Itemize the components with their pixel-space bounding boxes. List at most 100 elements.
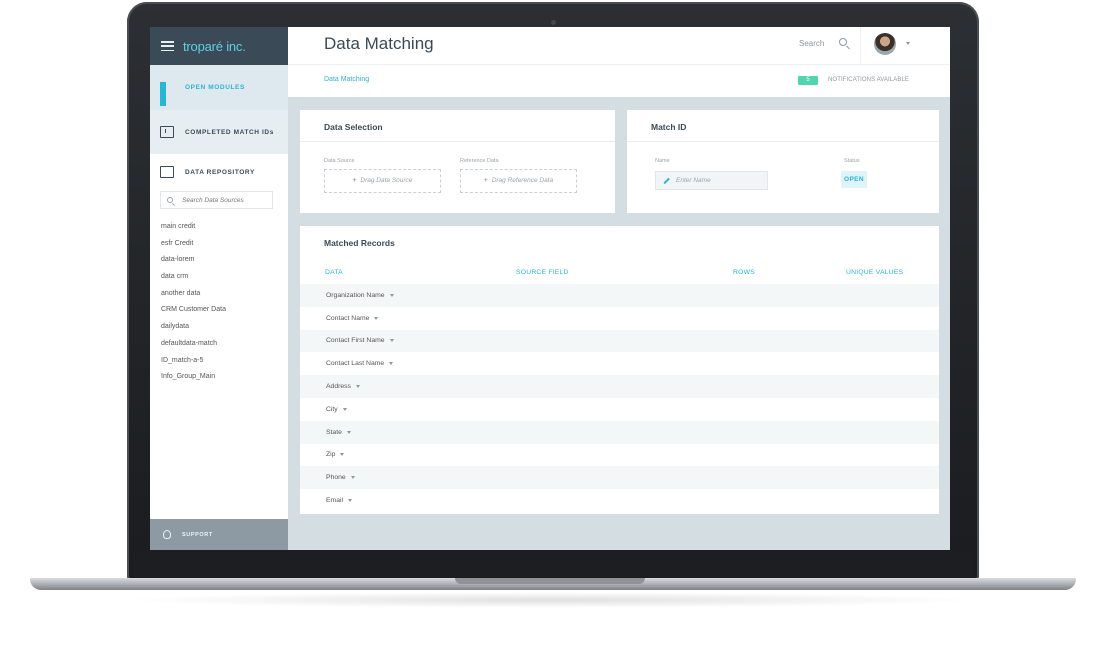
pencil-icon <box>663 177 670 184</box>
row-label: Contact First Name <box>326 337 385 345</box>
sidebar-item-data-repository[interactable]: DATA REPOSITORY <box>150 154 288 190</box>
data-source-dropzone[interactable]: + Drag Data Source <box>324 169 441 193</box>
name-label: Name <box>655 158 670 164</box>
chevron-down-icon[interactable] <box>340 453 345 457</box>
plus-icon: + <box>352 177 357 184</box>
data-source-search-input[interactable] <box>182 196 272 204</box>
chevron-down-icon[interactable] <box>389 362 394 366</box>
brand-bar: troparé inc. <box>150 27 288 65</box>
plus-icon: + <box>483 177 488 184</box>
row-label: Phone <box>326 474 346 482</box>
chevron-down-icon[interactable] <box>346 430 351 434</box>
table-row[interactable]: Contact Name <box>300 307 939 330</box>
data-source-label: Data Source <box>324 158 355 164</box>
laptop-bezel <box>133 551 973 577</box>
search-icon <box>167 197 173 203</box>
table-row[interactable]: Organization Name <box>300 284 939 307</box>
row-label: Address <box>326 383 351 391</box>
breadcrumb-bar: Data Matching 5 NOTIFICATIONS AVAILABLE <box>288 65 950 97</box>
top-bar: Data Matching Search <box>288 27 950 65</box>
header-divider <box>860 27 861 65</box>
sidebar-item-completed-match-ids[interactable]: COMPLETED MATCH IDs <box>150 110 288 154</box>
download-box-icon <box>160 126 174 138</box>
data-source-item[interactable]: ID_match-a-5 <box>161 356 226 373</box>
table-row[interactable]: Zip <box>300 444 939 467</box>
notification-badge[interactable]: 5 <box>798 76 818 85</box>
sidebar-item-label: COMPLETED MATCH IDs <box>185 128 274 136</box>
status-badge[interactable]: OPEN <box>841 171 867 188</box>
data-source-item[interactable]: another data <box>161 289 226 306</box>
sidebar-item-open-modules[interactable]: OPEN MODULES <box>150 65 288 110</box>
data-source-item[interactable]: CRM Customer Data <box>161 305 226 322</box>
column-header-rows[interactable]: ROWS <box>733 269 755 276</box>
header-search-label[interactable]: Search <box>799 39 824 48</box>
dropzone-text: Drag Reference Data <box>491 177 554 184</box>
support-label: SUPPORT <box>182 531 213 538</box>
reference-data-label: Reference Data <box>460 158 499 164</box>
column-header-source-field[interactable]: SOURCE FIELD <box>516 269 569 276</box>
chevron-down-icon[interactable] <box>389 293 394 297</box>
chevron-down-icon[interactable] <box>389 339 394 343</box>
table-row[interactable]: Contact Last Name <box>300 352 939 375</box>
table-row[interactable]: Email <box>300 489 939 512</box>
hamburger-menu-icon[interactable] <box>161 41 174 51</box>
data-selection-panel: Data Selection Data Source + Drag Data So… <box>300 110 615 213</box>
chevron-down-icon[interactable] <box>906 42 910 45</box>
laptop-shadow <box>120 592 980 608</box>
breadcrumb[interactable]: Data Matching <box>324 76 369 83</box>
matched-records-panel: Matched Records DATA SOURCE FIELD ROWS U… <box>300 226 939 514</box>
name-field[interactable]: Enter Name <box>655 171 768 190</box>
avatar[interactable] <box>874 33 896 55</box>
table-row[interactable]: Address <box>300 375 939 398</box>
sidebar-item-label: OPEN MODULES <box>185 84 245 91</box>
column-header-data[interactable]: DATA <box>325 269 343 276</box>
row-label: Contact Last Name <box>326 360 385 368</box>
data-source-item[interactable]: data crm <box>161 272 226 289</box>
row-label: Email <box>326 497 343 505</box>
chevron-down-icon[interactable] <box>342 407 347 411</box>
status-label: Status <box>844 158 860 164</box>
data-source-item[interactable]: dailydata <box>161 322 226 339</box>
screen: troparé inc. OPEN MODULES COMPLETED MATC… <box>150 27 950 550</box>
row-label: Organization Name <box>326 291 385 299</box>
chevron-down-icon[interactable] <box>348 499 352 503</box>
sidebar: troparé inc. OPEN MODULES COMPLETED MATC… <box>150 27 288 550</box>
match-id-panel: Match ID Name Enter Name Status OPEN <box>627 110 939 213</box>
support-button[interactable]: SUPPORT <box>150 519 288 550</box>
chevron-down-icon[interactable] <box>374 316 379 320</box>
chevron-down-icon[interactable] <box>355 385 360 389</box>
chevron-down-icon[interactable] <box>350 476 355 480</box>
data-source-item[interactable]: defaultdata-match <box>161 339 226 356</box>
lightbulb-icon <box>163 530 171 539</box>
table-row[interactable]: Contact First Name <box>300 329 939 353</box>
data-source-search[interactable] <box>160 191 273 209</box>
panel-title: Match ID <box>627 110 939 142</box>
table-row[interactable]: State <box>300 420 939 444</box>
grid-icon <box>160 81 174 106</box>
page-title: Data Matching <box>324 34 434 53</box>
row-label: Contact Name <box>326 314 370 322</box>
camera-icon <box>551 20 556 25</box>
data-source-item[interactable]: data-lorem <box>161 255 226 272</box>
table-row[interactable]: City <box>300 398 939 421</box>
notification-text: NOTIFICATIONS AVAILABLE <box>828 77 909 83</box>
panel-title: Data Selection <box>300 110 615 142</box>
search-icon[interactable] <box>839 38 847 46</box>
laptop-notch <box>455 578 645 584</box>
sidebar-item-label: DATA REPOSITORY <box>185 168 255 176</box>
row-label: State <box>326 428 342 436</box>
reference-data-dropzone[interactable]: + Drag Reference Data <box>460 169 577 193</box>
table-row[interactable]: Phone <box>300 466 939 490</box>
name-placeholder: Enter Name <box>676 177 711 184</box>
column-header-unique-values[interactable]: UNIQUE VALUES <box>846 269 903 276</box>
brand-logo: troparé inc. <box>183 38 246 54</box>
row-label: Zip <box>326 451 336 459</box>
data-source-list: main credit esfr Credit data-lorem data … <box>161 222 226 389</box>
data-source-item[interactable]: Info_Group_Main <box>161 372 226 389</box>
data-source-item[interactable]: esfr Credit <box>161 239 226 256</box>
panel-title: Matched Records <box>324 238 395 248</box>
data-source-item[interactable]: main credit <box>161 222 226 239</box>
matched-records-table: Organization Name Contact Name Contact F… <box>300 284 939 512</box>
folder-icon <box>160 166 174 178</box>
dropzone-text: Drag Data Source <box>360 177 413 184</box>
